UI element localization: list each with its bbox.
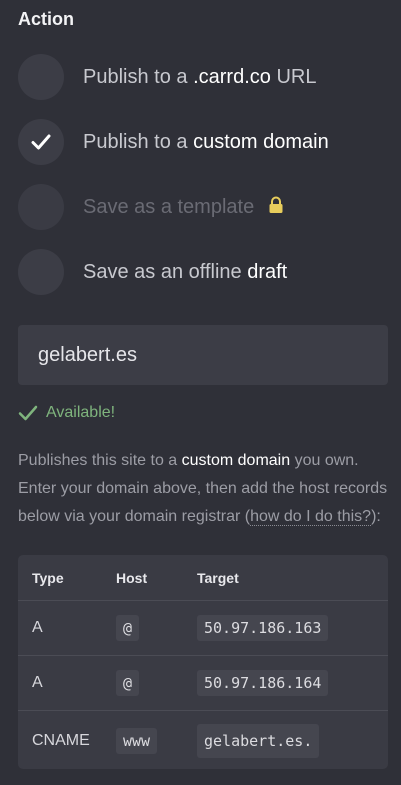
record-type: A xyxy=(32,674,43,691)
record-host: @ xyxy=(116,670,140,696)
record-target: 50.97.186.163 xyxy=(197,615,329,641)
record-target: 50.97.186.164 xyxy=(197,670,329,696)
help-link[interactable]: how do I do this? xyxy=(250,508,372,526)
radio-button-disabled[interactable] xyxy=(18,184,64,230)
option-label: Save as a template xyxy=(83,196,284,219)
checkmark-icon xyxy=(18,405,38,421)
table-row: CNAME www gelabert.es. xyxy=(18,710,388,769)
table-header: Type Host Target xyxy=(18,555,388,600)
option-label: Publish to a .carrd.co URL xyxy=(83,65,317,88)
availability-status: Available! xyxy=(18,404,115,422)
host-records-table: Type Host Target A @ 50.97.186.163 A @ 5… xyxy=(18,555,388,769)
option-label: Publish to a custom domain xyxy=(83,130,329,153)
radio-button[interactable] xyxy=(18,54,64,100)
column-header-type: Type xyxy=(32,569,64,586)
option-save-as-template[interactable]: Save as a template xyxy=(18,184,284,230)
option-label: Save as an offline draft xyxy=(83,260,288,283)
column-header-host: Host xyxy=(116,569,148,586)
radio-button-selected[interactable] xyxy=(18,119,64,165)
table-row: A @ 50.97.186.164 xyxy=(18,655,388,710)
record-target: gelabert.es. xyxy=(197,724,320,758)
description: Publishes this site to a custom domain y… xyxy=(18,452,388,526)
radio-button[interactable] xyxy=(18,249,64,295)
availability-text: Available! xyxy=(46,404,116,421)
record-type: CNAME xyxy=(32,732,90,749)
domain-input[interactable] xyxy=(18,325,388,385)
record-host: www xyxy=(116,728,158,754)
section-title: Action xyxy=(18,9,74,29)
option-save-offline-draft[interactable]: Save as an offline draft xyxy=(18,249,287,295)
option-publish-carrd-url[interactable]: Publish to a .carrd.co URL xyxy=(18,54,316,100)
column-header-target: Target xyxy=(197,569,239,586)
lock-icon xyxy=(269,196,283,213)
table-row: A @ 50.97.186.163 xyxy=(18,600,388,655)
checkmark-icon xyxy=(31,134,51,150)
option-publish-custom-domain[interactable]: Publish to a custom domain xyxy=(18,119,329,165)
record-type: A xyxy=(32,619,43,636)
record-host: @ xyxy=(116,615,140,641)
